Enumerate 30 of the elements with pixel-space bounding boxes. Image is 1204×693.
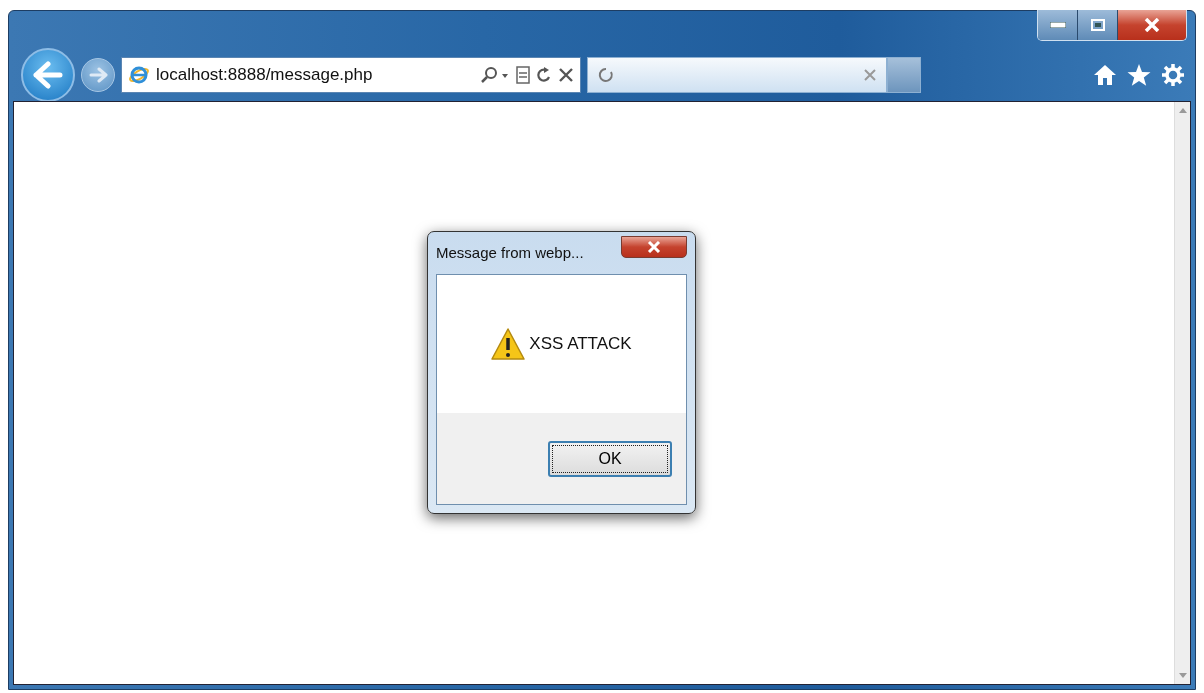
- address-field[interactable]: localhost:8888/message.php: [121, 57, 581, 93]
- forward-arrow-icon: [88, 67, 108, 83]
- warning-icon: [491, 328, 526, 360]
- scroll-down-icon[interactable]: [1178, 673, 1187, 678]
- star-icon[interactable]: [1127, 64, 1151, 86]
- back-arrow-icon: [32, 61, 64, 89]
- settings-icon[interactable]: [1161, 63, 1185, 87]
- scroll-up-icon[interactable]: [1178, 108, 1187, 113]
- compatibility-icon[interactable]: [516, 66, 530, 84]
- maximize-icon: [1090, 19, 1105, 31]
- maximize-button[interactable]: [1078, 10, 1118, 40]
- forward-button[interactable]: [81, 58, 115, 92]
- back-button[interactable]: [21, 48, 75, 102]
- alert-message: XSS ATTACK: [529, 333, 632, 356]
- close-icon: [1144, 18, 1160, 32]
- minimize-button[interactable]: [1038, 10, 1078, 40]
- close-icon[interactable]: [864, 69, 876, 81]
- minimize-icon: [1049, 22, 1066, 28]
- ok-button[interactable]: OK: [548, 440, 672, 477]
- scrollbar[interactable]: [1174, 102, 1190, 684]
- stop-icon[interactable]: [558, 67, 574, 83]
- home-icon[interactable]: [1093, 64, 1117, 86]
- dialog-title: Message from webp...: [436, 242, 584, 263]
- close-icon: [647, 241, 661, 253]
- search-icon[interactable]: [480, 66, 510, 84]
- close-button[interactable]: [1118, 10, 1186, 40]
- url-text: localhost:8888/message.php: [156, 64, 374, 87]
- close-button[interactable]: [621, 236, 687, 258]
- browser-logo-icon: [128, 64, 150, 86]
- refresh-icon[interactable]: [536, 66, 552, 84]
